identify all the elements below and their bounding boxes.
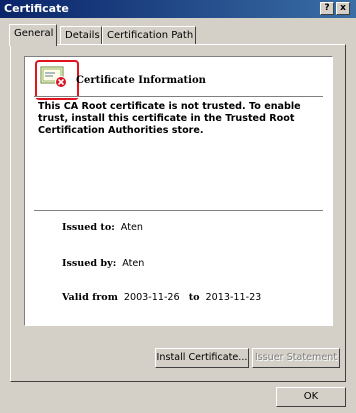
window-title: Certificate [4,2,69,15]
certificate-dialog: Certificate ? x General Details Certific… [0,0,356,413]
details-divider [34,210,323,212]
help-button[interactable]: ? [320,2,334,15]
issuer-statement-button[interactable]: Issuer Statement [252,348,340,368]
certificate-heading: Certificate Information [76,75,206,86]
title-bar[interactable]: Certificate ? x [0,0,356,18]
issued-by-value: Aten [122,258,145,269]
icon-highlight-box [35,60,79,100]
issued-to-row: Issued to: Aten [62,222,143,233]
trust-warning: This CA Root certificate is not trusted.… [38,101,301,136]
close-button[interactable]: x [336,2,350,15]
tab-general[interactable]: General [9,24,57,46]
valid-from-value: 2003-11-26 [123,292,180,303]
valid-to-value: 2013-11-23 [205,292,262,303]
issued-to-value: Aten [120,222,143,233]
heading-divider [34,96,323,98]
issued-by-label: Issued by: [62,258,117,269]
install-certificate-button[interactable]: Install Certificate... [155,348,249,368]
validity-row: Valid from 2003-11-26 to 2013-11-23 [62,292,261,303]
tab-details[interactable]: Details [60,26,102,45]
valid-from-label: Valid from [62,292,118,303]
tab-certification-path[interactable]: Certification Path [102,26,196,45]
issued-by-row: Issued by: Aten [62,258,144,269]
issued-to-label: Issued to: [62,222,115,233]
valid-to-label: to [188,292,200,303]
ok-button[interactable]: OK [276,387,346,407]
